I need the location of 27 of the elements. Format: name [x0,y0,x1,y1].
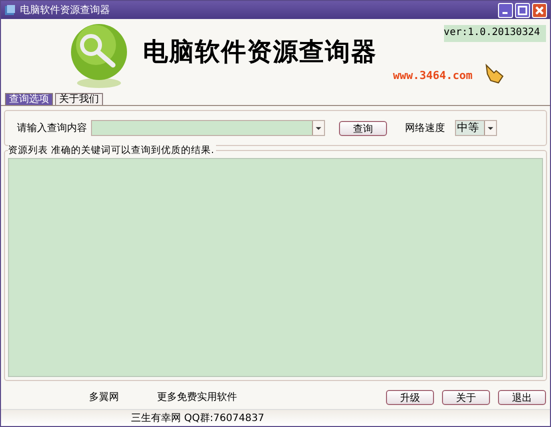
query-field[interactable] [91,120,325,136]
maximize-icon [517,4,528,16]
status-text: 三生有幸网 QQ群:76074837 [131,412,264,425]
footer-button[interactable]: 关于 [442,390,490,404]
results-legend: 资源列表 准确的关键词可以查询到优质的结果. [8,145,216,156]
version-text: ver:1.0.20130324 [444,25,546,42]
query-label: 请输入查询内容 [17,122,87,135]
app-title: 电脑软件资源查询器 [143,36,377,68]
maximize-button[interactable] [515,2,530,18]
close-button[interactable] [532,2,547,18]
tab[interactable]: 查询选项 [5,93,53,105]
query-button[interactable]: 查询 [339,120,387,136]
footer-button[interactable]: 升级 [386,390,434,404]
minimize-button[interactable] [498,2,513,18]
speed-label: 网络速度 [405,122,445,135]
app-icon [4,4,16,16]
website-link[interactable]: www.3464.com [393,69,472,82]
magnifier-logo [69,23,129,89]
minimize-icon [502,12,508,14]
footer-button[interactable]: 退出 [498,390,546,404]
window-title: 电脑软件资源查询器 [20,4,111,17]
footer-link[interactable]: 多翼网 [89,390,119,404]
speed-dropdown[interactable]: 中等 [455,120,497,136]
footer-link[interactable]: 更多免费实用软件 [157,390,237,404]
pointing-hand-icon [483,63,505,85]
close-icon [534,4,545,16]
tab[interactable]: 关于我们 [55,93,103,105]
